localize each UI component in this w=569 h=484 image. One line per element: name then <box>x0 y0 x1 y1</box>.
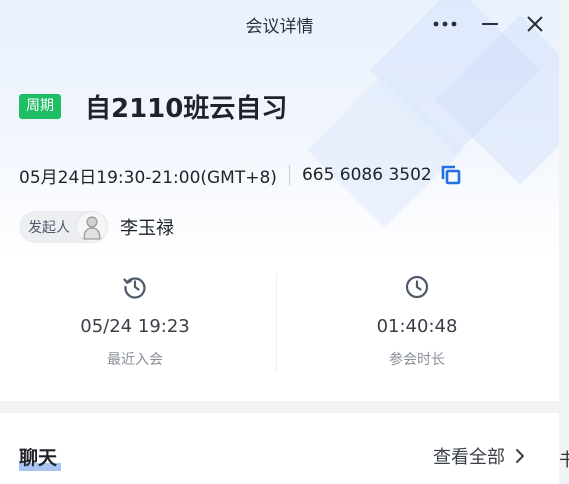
last-join-time: 05/24 19:23 <box>80 316 190 337</box>
copy-button[interactable] <box>440 164 462 186</box>
stat-duration: 01:40:48 参会时长 <box>282 262 552 382</box>
avatar[interactable] <box>76 211 108 243</box>
divider <box>288 165 290 185</box>
history-icon <box>123 277 146 299</box>
meeting-info-row: 05月24日19:30-21:00(GMT+8) 665 6086 3502 <box>19 162 462 188</box>
meeting-title: 自2110班云自习 <box>85 94 288 124</box>
background-window-edge: 书 <box>559 0 569 484</box>
host-label: 发起人 <box>28 220 70 236</box>
stats-divider <box>276 274 277 372</box>
chevron-right-icon <box>516 449 524 463</box>
more-icon <box>433 21 457 27</box>
recurring-tag: 周期 <box>19 94 61 119</box>
duration-label: 参会时长 <box>389 352 445 368</box>
minimize-button[interactable] <box>474 8 506 40</box>
more-button[interactable] <box>429 8 461 40</box>
title-bar: 会议详情 <box>0 0 559 48</box>
meeting-id: 665 6086 3502 <box>301 165 432 185</box>
meeting-detail-window: 会议详情 周期 自2110班云自习 05月24日19:30-21:00(GMT+… <box>0 0 559 484</box>
minimize-icon <box>482 23 498 25</box>
stat-last-join: 05/24 19:23 最近入会 <box>0 262 270 382</box>
host-chip: 发起人 <box>19 211 108 243</box>
stats-panel: 05/24 19:23 最近入会 01:40:48 参会时长 <box>0 262 559 382</box>
chat-label: 聊天 <box>19 447 58 469</box>
background-text-fragment: 书 <box>559 450 569 471</box>
view-all-label: 查看全部 <box>433 447 505 468</box>
meeting-datetime: 05月24日19:30-21:00(GMT+8) <box>19 167 277 188</box>
section-gap <box>0 401 559 413</box>
view-all-link[interactable]: 查看全部 <box>433 443 525 469</box>
duration-value: 01:40:48 <box>376 316 458 337</box>
host-row: 发起人 李玉禄 <box>19 210 174 244</box>
chat-section[interactable]: 聊天 查看全部 <box>0 413 559 484</box>
last-join-label: 最近入会 <box>107 352 163 368</box>
copy-icon <box>441 165 461 185</box>
host-name: 李玉禄 <box>120 218 174 239</box>
close-button[interactable] <box>519 8 551 40</box>
clock-icon <box>405 275 429 299</box>
close-icon <box>527 16 543 32</box>
user-avatar-icon <box>83 216 101 240</box>
